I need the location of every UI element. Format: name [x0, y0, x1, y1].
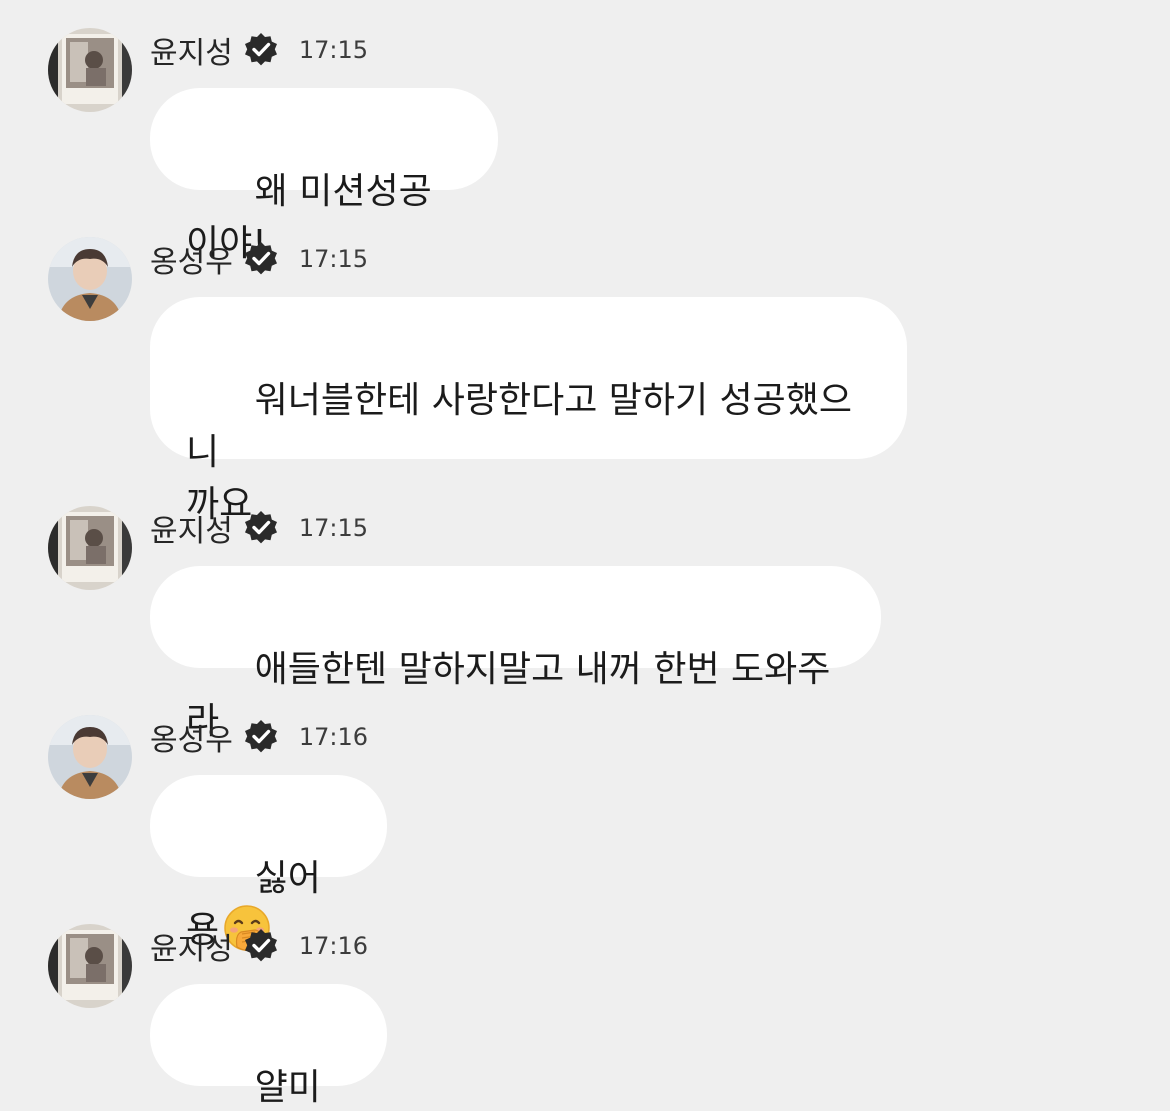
message-bubble[interactable]: 워너블한테 사랑한다고 말하기 성공했으니 까요	[150, 297, 907, 525]
message-bubble[interactable]: 싫어용	[150, 775, 387, 952]
message-header: 윤지성 17:15	[150, 506, 368, 550]
message-header: 윤지성 17:16	[150, 924, 368, 968]
message-text: 얄미옹	[254, 1067, 321, 1108]
message-bubble[interactable]: 왜 미션성공이야!	[150, 88, 498, 264]
message-time: 17:15	[298, 245, 368, 273]
verified-badge-icon	[243, 928, 279, 964]
message-header: 옹성우 17:16	[150, 715, 368, 759]
verified-badge-icon	[243, 510, 279, 546]
jisung-avatar[interactable]	[48, 28, 132, 112]
sender-name[interactable]: 옹성우	[150, 237, 233, 281]
message-time: 17:16	[298, 932, 368, 960]
chat-thread: 윤지성 17:15 왜 미션성공이야! 옹성우 17:15 워너블한테 사랑한다…	[0, 0, 1170, 1111]
sender-name[interactable]: 윤지성	[150, 924, 233, 968]
jisung-avatar[interactable]	[48, 506, 132, 590]
message-time: 17:15	[298, 36, 368, 64]
seongwoo-avatar[interactable]	[48, 715, 132, 799]
sender-name[interactable]: 윤지성	[150, 28, 233, 72]
message-time: 17:15	[298, 514, 368, 542]
jisung-avatar[interactable]	[48, 924, 132, 1008]
message-text: 워너블한테 사랑한다고 말하기 성공했으니 까요	[186, 380, 853, 525]
verified-badge-icon	[243, 719, 279, 755]
verified-badge-icon	[243, 241, 279, 277]
message-header: 윤지성 17:15	[150, 28, 368, 72]
message-time: 17:16	[298, 723, 368, 751]
message-bubble[interactable]: 애들한텐 말하지말고 내꺼 한번 도와주라	[150, 566, 881, 742]
sender-name[interactable]: 옹성우	[150, 715, 233, 759]
verified-badge-icon	[243, 32, 279, 68]
message-bubble[interactable]: 얄미옹	[150, 984, 387, 1108]
seongwoo-avatar[interactable]	[48, 237, 132, 321]
message-header: 옹성우 17:15	[150, 237, 368, 281]
sender-name[interactable]: 윤지성	[150, 506, 233, 550]
